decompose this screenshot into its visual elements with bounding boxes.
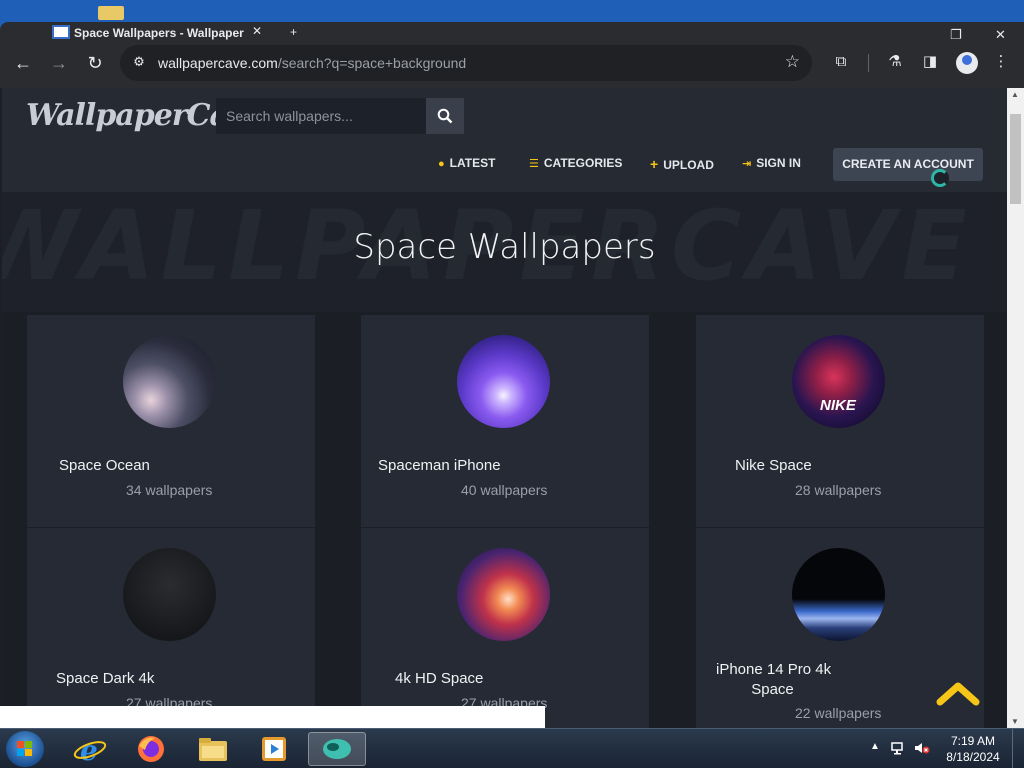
category-name[interactable]: 4k HD Space [395,670,483,687]
search-box[interactable] [216,98,426,134]
nav-sign-in-label: SIGN IN [756,156,801,170]
nav-upload-label: UPLOAD [663,158,714,172]
nav-latest[interactable]: ● LATEST [438,156,495,170]
reload-icon[interactable]: ↻ [83,51,107,75]
category-thumbnail[interactable]: NIKE [792,335,885,428]
nike-logo: NIKE [820,397,856,414]
category-name-line: Space [751,681,794,698]
back-arrow-icon[interactable]: ← [11,51,35,75]
media-player-icon[interactable] [254,732,294,766]
nav-categories[interactable]: ☰ CATEGORIES [529,156,622,170]
category-card[interactable]: NIKE Nike Space 28 wallpapers [696,315,984,527]
browser-menu-icon[interactable]: ⋮ [990,51,1012,73]
nav-upload[interactable]: + UPLOAD [650,156,714,172]
address-bar[interactable]: ⚙ wallpapercave.com/search?q=space+backg… [120,45,812,81]
back-to-top-chevron-icon[interactable] [936,678,980,708]
category-count: 22 wallpapers [795,705,882,721]
folder-icon [98,6,124,20]
tab-favicon-icon [52,25,70,39]
category-thumbnail[interactable] [457,548,550,641]
page-scrollbar[interactable]: ▲ ▼ [1007,88,1024,728]
category-card[interactable]: Space Ocean 34 wallpapers [27,315,315,527]
category-card[interactable]: 4k HD Space 27 wallpapers [361,528,649,728]
search-input[interactable] [216,98,426,134]
forward-arrow-icon[interactable]: → [47,51,71,75]
windows-taskbar: e ▲ 7:19 AM 8/18/2024 [0,728,1024,768]
system-clock[interactable]: 7:19 AM 8/18/2024 [940,733,1006,765]
scroll-up-arrow-icon[interactable]: ▲ [1011,90,1019,99]
nav-categories-label: CATEGORIES [543,156,623,170]
show-desktop-button[interactable] [1012,729,1024,768]
category-count: 40 wallpapers [461,482,548,498]
internet-explorer-icon[interactable]: e [70,732,110,767]
new-tab-icon[interactable]: + [290,25,297,39]
loading-cursor-icon [931,169,949,187]
network-icon[interactable] [891,741,907,755]
category-thumbnail[interactable] [457,335,550,428]
windows-logo-icon [17,741,33,757]
category-thumbnail[interactable] [123,548,216,641]
active-app-icon[interactable] [308,732,366,766]
url-path: /search?q=space+background [277,55,467,71]
toolbar-separator [868,54,869,72]
start-button[interactable] [6,731,44,767]
create-account-button[interactable]: CREATE AN ACCOUNT [833,148,983,181]
category-count: 28 wallpapers [795,482,882,498]
clock-icon: ● [438,158,445,170]
clock-time: 7:19 AM [950,734,996,748]
url-text[interactable]: wallpapercave.com/search?q=space+backgro… [158,55,466,71]
firefox-icon[interactable] [131,732,171,766]
plus-icon: + [650,156,659,172]
nav-latest-label: LATEST [449,156,496,170]
category-thumbnail[interactable] [792,548,885,641]
site-info-icon[interactable]: ⚙ [130,54,148,72]
category-name[interactable]: Spaceman iPhone [378,457,501,474]
category-count: 34 wallpapers [126,482,213,498]
labs-flask-icon[interactable]: ⚗ [884,51,906,73]
category-card[interactable]: Spaceman iPhone 40 wallpapers [361,315,649,527]
tab-close-icon[interactable]: ✕ [252,24,262,38]
category-thumbnail[interactable] [123,335,216,428]
list-icon: ☰ [529,158,539,170]
search-button[interactable] [426,98,464,134]
category-name[interactable]: Space Dark 4k [56,670,154,687]
page-title: Space Wallpapers [353,227,656,267]
browser-toolbar: ← → ↻ ⚙ wallpapercave.com/search?q=space… [0,41,1024,85]
hero-banner: WALLPAPERCAVE Space Wallpapers [2,192,1007,312]
search-icon [437,108,453,124]
category-name[interactable]: Space Ocean [59,457,150,474]
web-page: WallpaperCave ●LATEST ☰CATEGORIES +UPLOA… [2,88,1007,728]
tray-expand-icon[interactable]: ▲ [870,741,880,752]
bookmark-star-icon[interactable]: ☆ [785,52,800,72]
volume-muted-icon[interactable] [914,741,930,755]
profile-avatar-icon[interactable] [956,52,978,74]
scroll-down-arrow-icon[interactable]: ▼ [1011,717,1019,726]
category-card[interactable]: Space Dark 4k 27 wallpapers [27,528,315,728]
category-name[interactable]: Nike Space [735,457,812,474]
side-panel-icon[interactable]: ◨ [919,51,941,73]
category-name[interactable]: iPhone 14 Pro 4k Space [716,660,832,700]
nav-sign-in[interactable]: ⇥ SIGN IN [742,156,801,170]
file-explorer-icon[interactable] [193,732,233,766]
extensions-icon[interactable]: ⧉ [830,51,852,73]
tab-title: Space Wallpapers - Wallpaper [74,26,244,40]
clock-date: 8/18/2024 [946,750,1000,764]
category-name-line: iPhone 14 Pro 4k [716,661,832,678]
url-host: wallpapercave.com [158,55,278,71]
status-overlay-bar [0,706,545,728]
sign-in-icon: ⇥ [742,158,752,170]
scroll-thumb[interactable] [1010,114,1021,204]
svg-text:e: e [80,734,98,766]
site-header: WallpaperCave ●LATEST ☰CATEGORIES +UPLOA… [2,88,1007,192]
